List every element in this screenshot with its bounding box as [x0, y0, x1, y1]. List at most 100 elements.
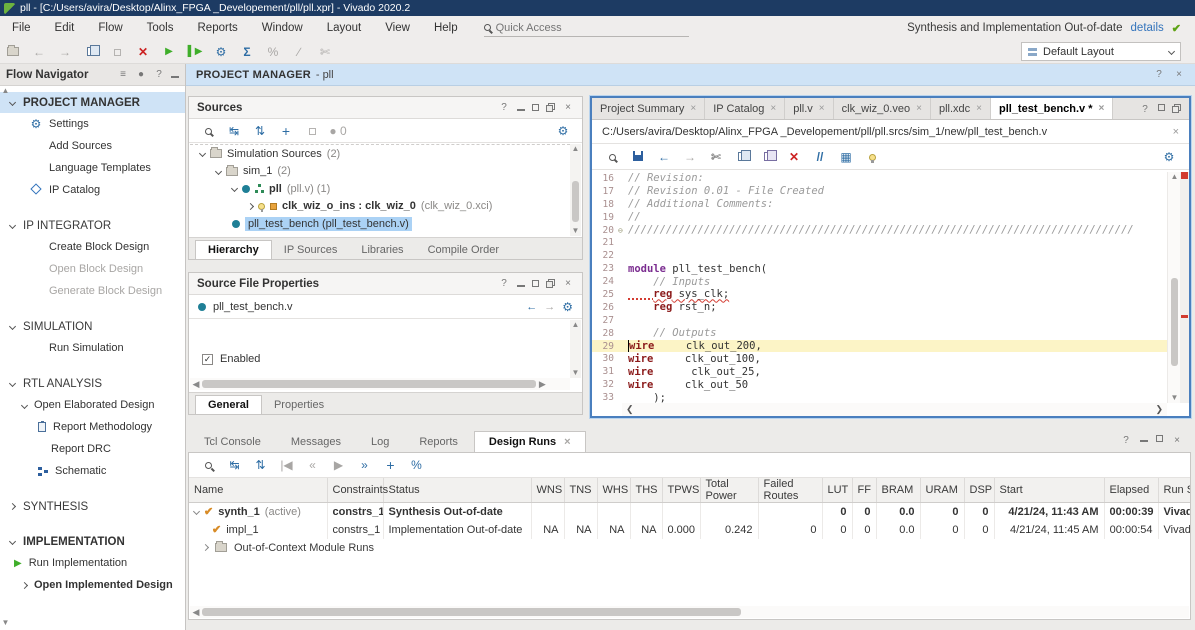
step-first-icon[interactable]: |◀ [275, 458, 298, 472]
fn-item-open-implemented-design[interactable]: Open Implemented Design [0, 574, 185, 596]
close-icon[interactable]: × [564, 436, 570, 448]
close-icon[interactable]: × [1171, 435, 1183, 446]
fn-section-simulation[interactable]: SIMULATION [0, 316, 185, 337]
column-header[interactable]: Status [383, 478, 531, 503]
fn-item-schematic[interactable]: Schematic [0, 460, 185, 482]
create-run-icon[interactable]: + [379, 457, 402, 473]
slash-icon[interactable]: ∕ [286, 45, 312, 59]
fn-item-open-block-design[interactable]: Open Block Design [0, 258, 185, 280]
add-sources-icon[interactable]: + [275, 123, 297, 139]
editor-settings-icon[interactable]: ⚙ [1157, 150, 1181, 164]
bottom-hscrollbar[interactable]: ◀ [190, 606, 1189, 618]
tab-pll-v[interactable]: pll.v× [785, 98, 833, 119]
menu-window[interactable]: Window [250, 22, 315, 34]
save-icon[interactable] [626, 150, 650, 164]
column-header[interactable]: Failed Routes [758, 478, 822, 503]
settings-dot-icon[interactable]: ● [135, 69, 147, 80]
close-icon[interactable]: × [690, 103, 696, 114]
help-icon[interactable]: ? [1139, 104, 1151, 115]
minimize-icon[interactable] [171, 71, 179, 78]
undo-icon[interactable]: ← [26, 45, 52, 59]
cut-icon[interactable]: ✄ [704, 150, 728, 164]
scroll-down-arrow[interactable]: ▼ [0, 618, 11, 628]
error-line-marker[interactable] [1181, 315, 1188, 318]
column-header[interactable]: WNS [531, 478, 564, 503]
scroll-left-arrow[interactable]: ❮ [626, 404, 634, 415]
chevron-down-icon[interactable] [193, 508, 200, 515]
editor-hscrollbar[interactable]: ❮ ❯ [622, 403, 1167, 416]
tab-log[interactable]: Log [357, 432, 403, 452]
fn-item-ip-catalog[interactable]: IP Catalog [0, 179, 185, 201]
tab-reports[interactable]: Reports [405, 432, 472, 452]
highlight-icon[interactable]: % [260, 45, 286, 59]
column-header[interactable]: FF [852, 478, 876, 503]
menu-view[interactable]: View [373, 22, 422, 34]
fn-item-open-elaborated-design[interactable]: Open Elaborated Design [0, 394, 185, 416]
code-line[interactable]: 18// Additional Comments: [592, 198, 1167, 211]
maximize-icon[interactable] [532, 104, 539, 111]
scroll-down-arrow[interactable]: ▼ [570, 226, 581, 236]
code-line[interactable]: 17// Revision 0.01 - File Created [592, 185, 1167, 198]
fold-icon[interactable]: ⊖ [618, 226, 628, 235]
paste-icon[interactable] [104, 45, 130, 59]
column-header[interactable]: BRAM [876, 478, 920, 503]
fn-item-create-block-design[interactable]: Create Block Design [0, 236, 185, 258]
layout-selector[interactable]: Default Layout [1021, 42, 1181, 61]
minimize-icon[interactable] [517, 280, 525, 287]
design-run-row[interactable]: ✔synth_1(active)constrs_1Synthesis Out-o… [189, 503, 1190, 521]
menu-flow[interactable]: Flow [86, 22, 134, 34]
search-icon[interactable] [197, 458, 220, 472]
sum-icon[interactable]: Σ [234, 45, 260, 59]
tree-item-clk-wiz[interactable]: clk_wiz_o_ins : clk_wiz_0 (clk_wiz_0.xci… [190, 198, 570, 216]
tab-project-summary[interactable]: Project Summary× [592, 98, 705, 119]
tab-hierarchy[interactable]: Hierarchy [195, 240, 272, 259]
tab-pll-test-bench[interactable]: pll_test_bench.v *× [991, 98, 1113, 119]
close-icon[interactable]: × [819, 103, 825, 114]
fn-item-settings[interactable]: ⚙ Settings [0, 113, 185, 135]
tab-general[interactable]: General [195, 395, 262, 414]
column-header[interactable]: LUT [822, 478, 852, 503]
minimize-icon[interactable] [1140, 435, 1148, 442]
quick-access-search[interactable] [484, 19, 689, 37]
maximize-icon[interactable] [1158, 104, 1165, 111]
search-icon[interactable] [197, 124, 219, 138]
help-icon[interactable]: ? [1153, 69, 1165, 80]
tree-item-simulation-sources[interactable]: Simulation Sources (2) [190, 145, 570, 163]
open-project-icon[interactable] [0, 45, 26, 59]
back-arrow-icon[interactable]: ← [526, 301, 537, 313]
code-line[interactable]: 20⊖/////////////////////////////////////… [592, 224, 1167, 237]
column-header[interactable]: TPWS [662, 478, 700, 503]
column-header[interactable]: Total Power [700, 478, 758, 503]
details-link[interactable]: details [1131, 22, 1164, 34]
sfp-hscrollbar[interactable]: ◀ ▶ [190, 378, 570, 390]
search-icon[interactable] [600, 150, 624, 164]
forward-arrow-icon[interactable]: → [544, 301, 555, 313]
tree-item-sim-1[interactable]: sim_1 (2) [190, 163, 570, 181]
delete-icon[interactable]: ✕ [130, 45, 156, 59]
code-line[interactable]: 25 reg sys_clk; [592, 288, 1167, 301]
sources-settings-icon[interactable]: ⚙ [552, 124, 574, 138]
close-icon[interactable]: × [1173, 69, 1185, 80]
editor-annotation-ruler[interactable] [1180, 172, 1189, 403]
tab-ip-catalog[interactable]: IP Catalog× [705, 98, 785, 119]
scroll-left-arrow[interactable]: ◀ [190, 379, 202, 390]
close-icon[interactable]: × [562, 102, 574, 113]
expand-all-icon[interactable]: ⇅ [249, 124, 271, 138]
tree-item-pll[interactable]: pll (pll.v) (1) [190, 180, 570, 198]
copy-icon[interactable] [730, 150, 754, 164]
menu-file[interactable]: File [0, 22, 43, 34]
column-header[interactable]: WHS [597, 478, 630, 503]
minimize-icon[interactable] [517, 104, 525, 111]
fn-item-report-drc[interactable]: Report DRC [0, 438, 185, 460]
code-line[interactable]: 27 [592, 314, 1167, 327]
format-columns-icon[interactable]: ▦ [834, 150, 858, 164]
help-icon[interactable]: ? [1120, 435, 1132, 446]
fn-item-generate-block-design[interactable]: Generate Block Design [0, 280, 185, 302]
delete-icon[interactable]: ✕ [782, 150, 806, 164]
enabled-checkbox[interactable]: ✓ [202, 354, 213, 365]
code-line[interactable]: 32wire clk_out_50 [592, 378, 1167, 391]
menu-reports[interactable]: Reports [186, 22, 250, 34]
tab-design-runs[interactable]: Design Runs × [474, 431, 586, 452]
fast-forward-icon[interactable]: » [353, 458, 376, 472]
fn-section-ip-integrator[interactable]: IP INTEGRATOR [0, 215, 185, 236]
